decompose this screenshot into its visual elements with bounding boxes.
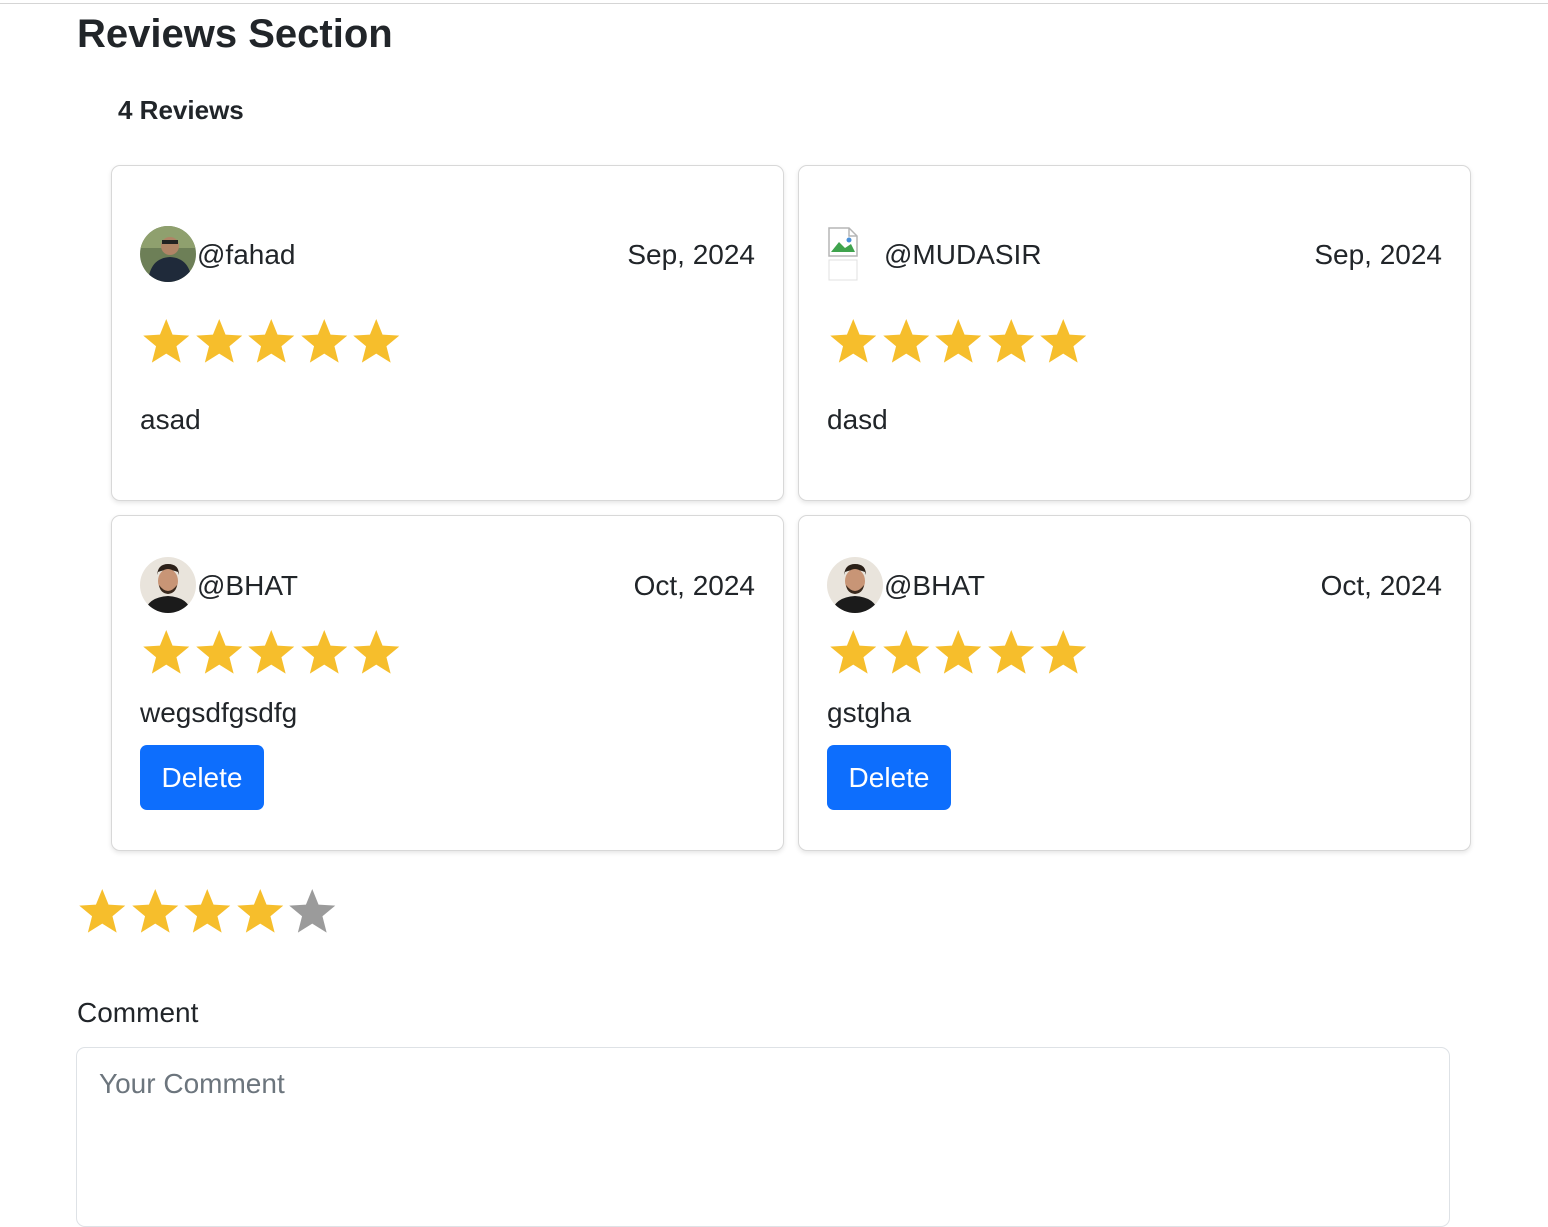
- review-rating: [140, 627, 403, 679]
- top-divider: [0, 3, 1548, 4]
- star-filled-icon: [143, 319, 190, 363]
- star-filled-icon: [987, 630, 1034, 674]
- star-filled-icon: [143, 630, 190, 674]
- avatar: [140, 557, 196, 613]
- star-empty-icon[interactable]: [286, 886, 339, 938]
- rating-input: [76, 886, 339, 938]
- review-rating: [140, 316, 403, 368]
- broken-image-icon: [827, 226, 867, 282]
- star-filled-icon[interactable]: [76, 886, 129, 938]
- star-filled-icon: [882, 319, 929, 363]
- star-filled-icon: [987, 319, 1034, 363]
- review-card: @MUDASIR Sep, 2024 dasd: [798, 165, 1471, 501]
- review-comment: wegsdfgsdfg: [140, 697, 298, 728]
- delete-button[interactable]: Delete: [827, 745, 951, 810]
- review-comment: asad: [140, 404, 201, 435]
- delete-button[interactable]: Delete: [140, 745, 264, 810]
- review-date: Oct, 2024: [1320, 570, 1442, 601]
- star-filled-icon: [353, 630, 400, 674]
- review-comment: gstgha: [827, 697, 912, 728]
- star-filled-icon: [935, 630, 982, 674]
- page-title: Reviews Section: [77, 12, 393, 56]
- star-filled-icon: [830, 630, 877, 674]
- star-filled-icon: [195, 630, 242, 674]
- star-filled-icon: [195, 319, 242, 363]
- avatar: [140, 226, 196, 282]
- review-date: Sep, 2024: [627, 239, 755, 270]
- review-count: 4 Reviews: [118, 95, 244, 125]
- star-filled-icon: [1040, 319, 1087, 363]
- review-card: @fahad Sep, 2024 asad: [111, 165, 784, 501]
- review-rating: [827, 627, 1090, 679]
- star-filled-icon: [830, 319, 877, 363]
- review-comment: dasd: [827, 404, 888, 435]
- avatar: [827, 557, 883, 613]
- review-username: @MUDASIR: [884, 239, 1042, 270]
- star-filled-icon: [935, 319, 982, 363]
- star-filled-icon[interactable]: [181, 886, 234, 938]
- star-filled-icon: [300, 319, 347, 363]
- star-filled-icon: [248, 319, 295, 363]
- review-card: @BHAT Oct, 2024 gstgha Delete: [798, 515, 1471, 851]
- review-username: @fahad: [197, 239, 296, 270]
- star-filled-icon: [353, 319, 400, 363]
- review-username: @BHAT: [197, 570, 299, 601]
- review-date: Oct, 2024: [633, 570, 755, 601]
- star-filled-icon: [882, 630, 929, 674]
- review-card: @BHAT Oct, 2024 wegsdfgsdfg Delete: [111, 515, 784, 851]
- star-filled-icon[interactable]: [234, 886, 287, 938]
- star-filled-icon: [1040, 630, 1087, 674]
- comment-input[interactable]: [76, 1047, 1450, 1227]
- star-filled-icon: [300, 630, 347, 674]
- star-filled-icon[interactable]: [129, 886, 182, 938]
- star-filled-icon: [248, 630, 295, 674]
- review-date: Sep, 2024: [1314, 239, 1442, 270]
- comment-label: Comment: [77, 997, 199, 1028]
- review-rating: [827, 316, 1090, 368]
- review-username: @BHAT: [884, 570, 986, 601]
